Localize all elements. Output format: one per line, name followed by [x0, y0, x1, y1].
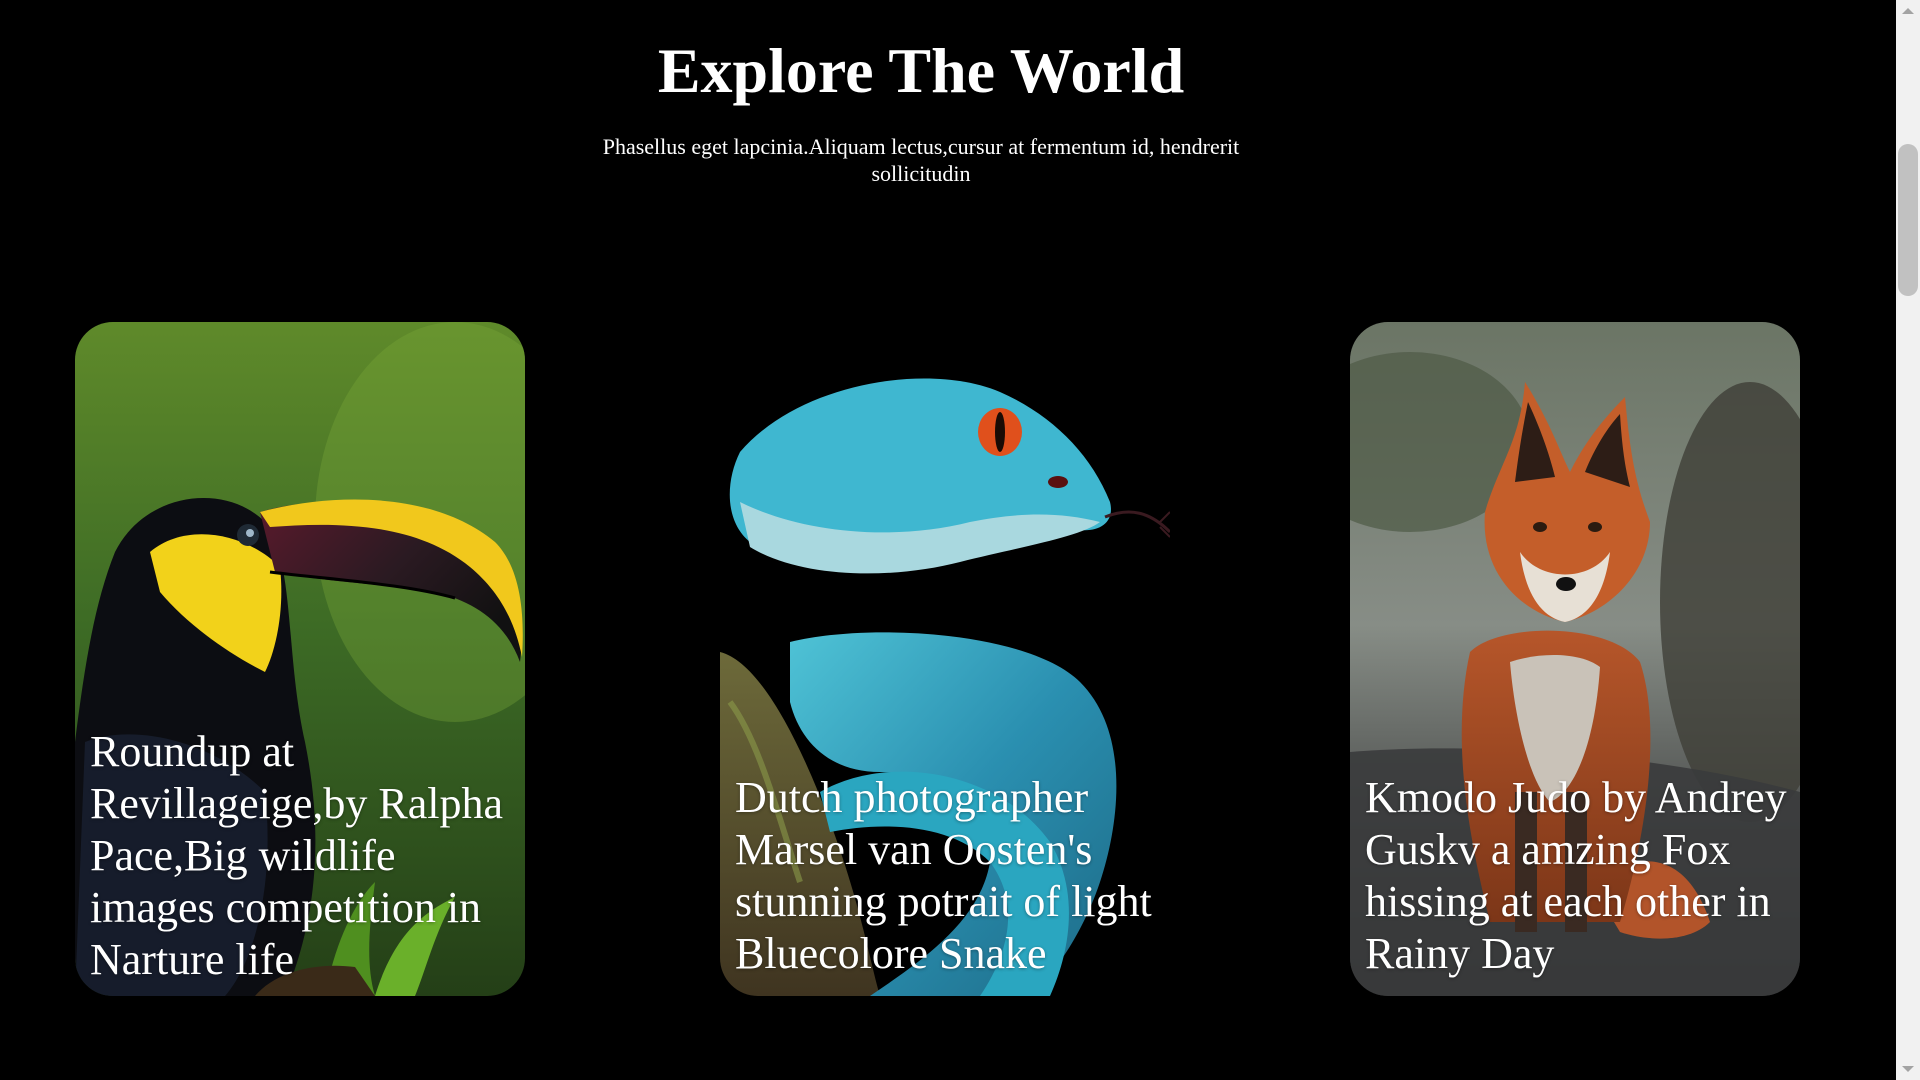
page-subtitle: Phasellus eget lapcinia.Aliquam lectus,c…: [602, 134, 1240, 186]
scroll-down-arrow-icon[interactable]: [1902, 1066, 1914, 1072]
card-caption: Dutch photographer Marsel van Oosten's s…: [735, 773, 1152, 978]
scrollbar-thumb[interactable]: [1898, 144, 1918, 296]
page-title: Explore The World: [657, 35, 1185, 106]
scroll-up-arrow-icon[interactable]: [1902, 8, 1914, 14]
page: Explore The World Phasellus eget lapcini…: [0, 0, 1896, 1080]
card-fox[interactable]: Kmodo Judo by Andrey Guskv a amzing Fox …: [1350, 322, 1800, 996]
card-snake[interactable]: Dutch photographer Marsel van Oosten's s…: [720, 322, 1170, 996]
card-toucan[interactable]: Roundup at Revillageige,by Ralpha Pace,B…: [75, 322, 525, 996]
card-caption: Roundup at Revillageige,by Ralpha Pace,B…: [90, 727, 503, 984]
card-caption: Kmodo Judo by Andrey Guskv a amzing Fox …: [1365, 773, 1787, 978]
vertical-scrollbar[interactable]: [1896, 0, 1920, 1080]
